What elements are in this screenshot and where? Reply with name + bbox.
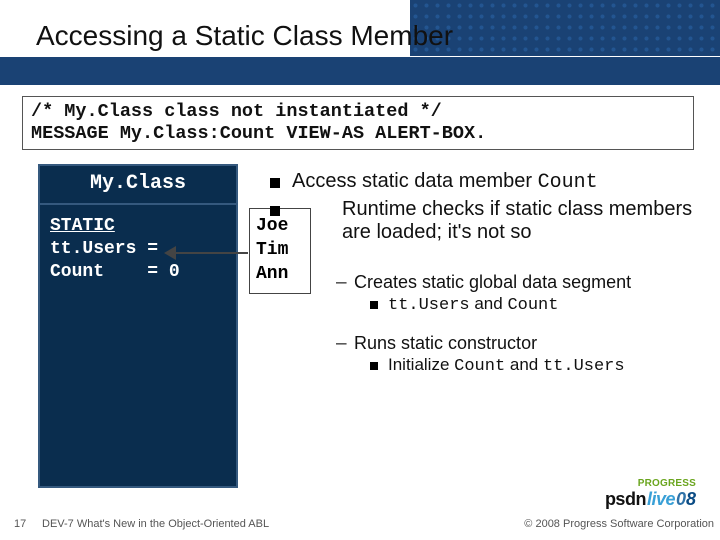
- sub-sub-bullet-2: Initialize Count and tt.Users: [370, 355, 710, 376]
- year-08: 08: [676, 489, 696, 510]
- arrow-line: [172, 252, 248, 254]
- square-bullet-icon: [270, 178, 280, 188]
- sub-bullet-2: – Runs static constructor: [336, 333, 716, 355]
- bullet-list: Access static data member Count Runtime …: [270, 170, 710, 376]
- decorative-pattern: [410, 0, 720, 56]
- dash-bullet-icon: –: [336, 333, 346, 355]
- sub-bullet-1-text: Creates static global data segment: [354, 272, 631, 294]
- plain-text: Initialize: [388, 355, 454, 374]
- class-diagram-body: STATIC tt.Users = Count = 0: [40, 205, 236, 294]
- sub-sub-bullet-1: tt.Users and Count: [370, 294, 710, 315]
- live-text: live: [647, 489, 675, 510]
- code-sample-box: /* My.Class class not instantiated */ ME…: [22, 96, 694, 150]
- mono-text: Count: [454, 357, 505, 376]
- bullet-1-mono: Count: [538, 171, 598, 194]
- square-bullet-icon: [370, 301, 378, 309]
- class-diagram-header: My.Class: [40, 166, 236, 205]
- code-line-1: /* My.Class class not instantiated */: [31, 101, 685, 123]
- dash-bullet-icon: –: [336, 272, 346, 294]
- copyright: © 2008 Progress Software Corporation: [524, 518, 714, 530]
- plain-text: and: [505, 355, 543, 374]
- static-label: STATIC: [50, 216, 115, 236]
- class-diagram-box: My.Class STATIC tt.Users = Count = 0: [38, 164, 238, 488]
- arrow-head-icon: [164, 246, 176, 260]
- progress-wordmark: PROGRESS: [605, 478, 696, 489]
- bullet-2-rest: s not so: [461, 221, 531, 243]
- mono-text: tt.Users: [388, 296, 470, 315]
- ttusers-line: tt.Users =: [50, 239, 169, 259]
- square-bullet-icon: [270, 206, 280, 216]
- page-title: Accessing a Static Class Member: [36, 20, 453, 52]
- sub-bullet-1: – Creates static global data segment: [336, 272, 716, 294]
- separator-bar: [0, 57, 720, 85]
- psdn-text: psdn: [605, 489, 646, 510]
- bullet-1: Access static data member Count: [270, 170, 710, 194]
- code-line-2: MESSAGE My.Class:Count VIEW-AS ALERT-BOX…: [31, 123, 685, 145]
- psdnlive-logo: psdnlive08: [605, 489, 696, 510]
- square-bullet-icon: [370, 362, 378, 370]
- brand-logo: PROGRESS psdnlive08: [605, 478, 696, 510]
- plain-text: and: [470, 294, 508, 313]
- sub-bullet-2-text: Runs static constructor: [354, 333, 537, 355]
- footer-title: DEV-7 What's New in the Object-Oriented …: [42, 518, 524, 530]
- mono-text: Count: [507, 296, 558, 315]
- title-area: Accessing a Static Class Member: [36, 20, 453, 52]
- mono-text: tt.Users: [543, 357, 625, 376]
- slide: Accessing a Static Class Member /* My.Cl…: [0, 0, 720, 540]
- bullet-2: Runtime checks if static class members a…: [270, 198, 710, 244]
- count-line: Count = 0: [50, 262, 180, 282]
- footer: 17 DEV-7 What's New in the Object-Orient…: [14, 518, 714, 530]
- bullet-1-text: Access static data member: [292, 170, 538, 192]
- slide-number: 17: [14, 518, 42, 530]
